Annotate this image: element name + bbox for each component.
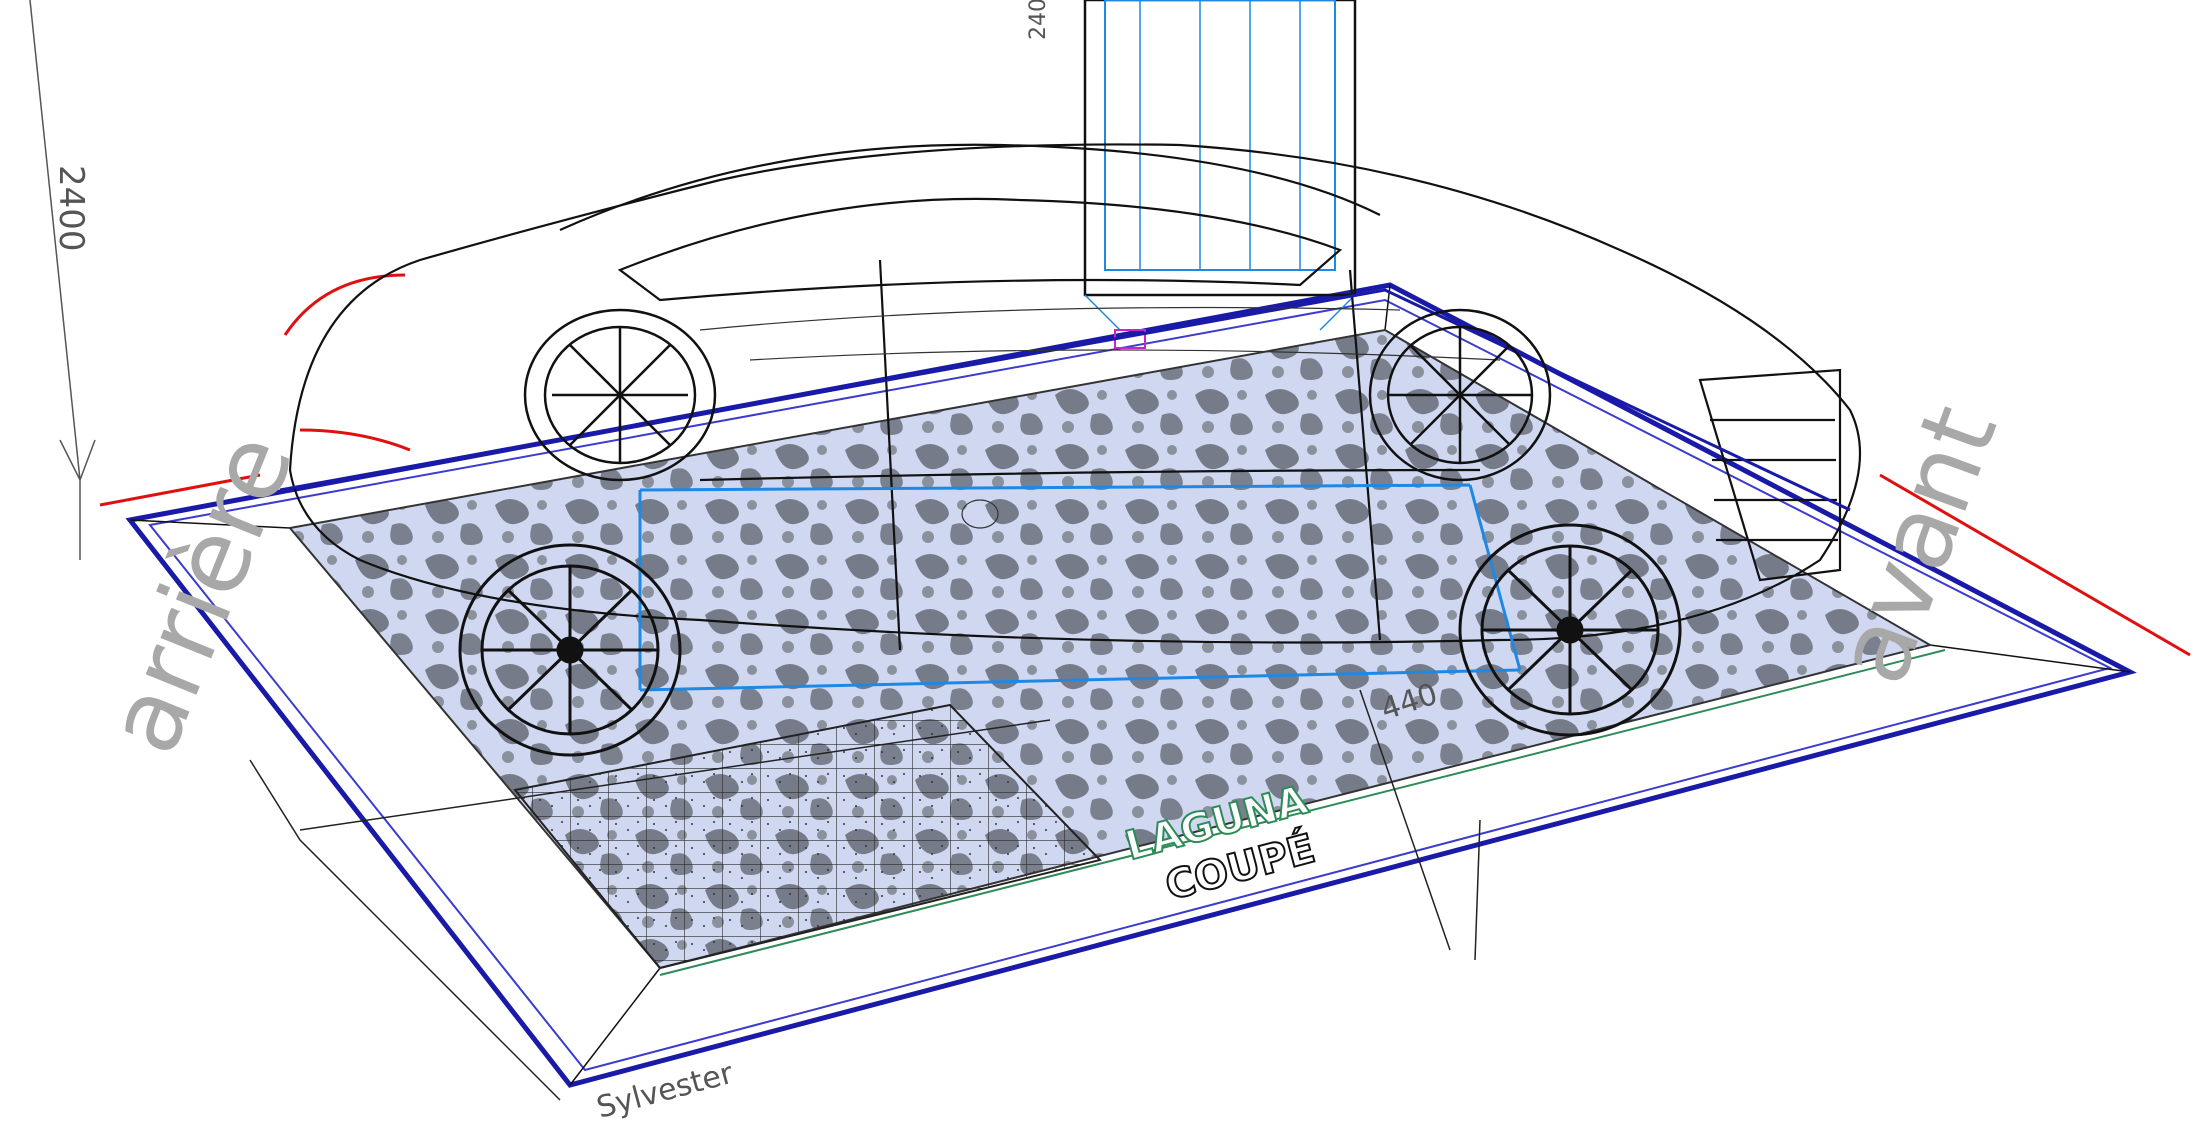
front-label: avant	[1813, 391, 2020, 698]
rear-top-wheel	[523, 308, 717, 482]
car-wheel-icon	[458, 543, 682, 757]
front-top-wheel	[1368, 308, 1552, 482]
left-height-guide	[29, 0, 96, 560]
front-bottom-wheel	[1458, 523, 1682, 737]
material-label: Sylvester	[593, 1056, 737, 1122]
technical-drawing-canvas: 2400 2400 arrière avant 440 LAGUNA COUPÉ…	[29, 0, 2191, 1122]
height-label-left: 2400	[51, 165, 91, 252]
display-column	[1083, 0, 1357, 349]
car-roofline	[559, 143, 1381, 232]
floor-platform	[125, 282, 2137, 1101]
rear-light-outline	[283, 273, 411, 452]
car-window-line	[617, 197, 1343, 302]
height-label-top: 2400	[1026, 0, 1051, 40]
